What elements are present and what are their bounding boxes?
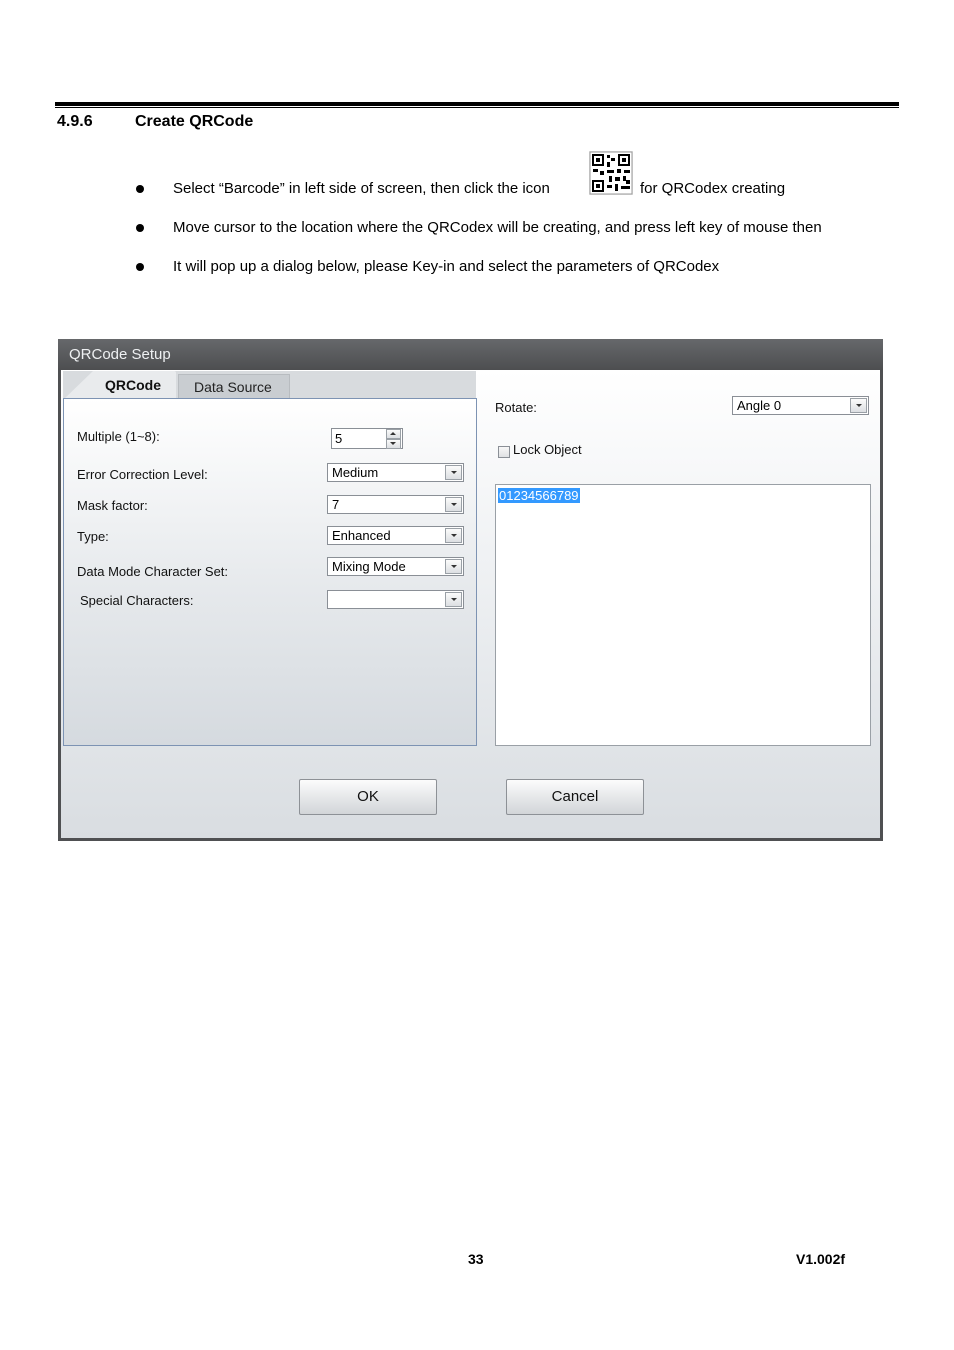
dialog-title: QRCode Setup [69,346,171,363]
qrcode-content-panel: Rotate: Angle 0 Lock Object 01234566789 [477,370,880,748]
multiple-stepper[interactable]: 5 [331,428,403,449]
header-rule-thick [55,102,899,106]
mask-factor-value: 7 [332,497,340,512]
cancel-button[interactable]: Cancel [506,779,644,815]
rotate-value: Angle 0 [737,398,782,413]
bullet-marker [134,183,144,193]
chevron-down-icon[interactable] [445,559,462,574]
qrcode-setup-dialog: QRCode Setup QRCode Data Source Multiple… [58,339,883,841]
qrcode-content-value: 01234566789 [498,488,580,503]
bullet-marker [134,261,144,271]
ok-button[interactable]: OK [299,779,437,815]
lock-object-checkbox[interactable] [498,446,510,458]
dialog-titlebar[interactable]: QRCode Setup [58,339,883,370]
section-number: 4.9.6 [57,113,93,130]
section-title: Create QRCode [135,113,254,130]
section-heading: 4.9.6 Create QRCode [57,113,253,131]
chevron-down-icon[interactable] [445,497,462,512]
chevron-down-icon[interactable] [445,465,462,480]
mask-factor-select[interactable]: 7 [327,495,464,514]
stepper-down-icon[interactable] [386,439,401,449]
bullet-marker [134,222,144,232]
type-label: Type: [77,529,109,544]
header-rule-thin [55,107,899,108]
cancel-button-label: Cancel [551,788,599,805]
rotate-label: Rotate: [495,400,537,415]
chevron-down-icon[interactable] [850,398,867,413]
dialog-body: QRCode Data Source Multiple (1~8): 5 Err… [61,370,880,838]
qrcode-content-textarea[interactable]: 01234566789 [495,484,871,746]
stepper-up-icon[interactable] [386,429,401,439]
multiple-value: 5 [335,431,343,446]
special-characters-label: Special Characters: [80,593,194,608]
mask-factor-label: Mask factor: [77,498,148,513]
bullet-text-2: Move cursor to the location where the QR… [173,219,822,236]
type-select[interactable]: Enhanced [327,526,464,545]
multiple-label: Multiple (1~8): [77,429,160,444]
error-correction-select[interactable]: Medium [327,463,464,482]
document-version: V1.002f [796,1251,846,1267]
tab-qrcode[interactable]: QRCode [63,371,176,400]
qrcode-icon [589,151,633,195]
chevron-down-icon[interactable] [445,592,462,607]
data-mode-select[interactable]: Mixing Mode [327,557,464,576]
tab-data-source[interactable]: Data Source [178,374,290,398]
rotate-select[interactable]: Angle 0 [732,396,869,415]
bullet-text-1a: Select “Barcode” in left side of screen,… [173,180,550,197]
tab-qrcode-label: QRCode [105,377,161,393]
tab-strip: QRCode Data Source [63,371,476,400]
error-correction-label: Error Correction Level: [77,467,208,482]
error-correction-value: Medium [332,465,379,480]
chevron-down-icon[interactable] [445,528,462,543]
data-mode-label: Data Mode Character Set: [77,564,229,579]
lock-object-label: Lock Object [513,442,582,457]
ok-button-label: OK [357,788,379,805]
tab-data-source-label: Data Source [194,379,272,395]
bullet-text-1b: for QRCodex creating [640,180,786,197]
special-characters-select[interactable] [327,590,464,609]
type-value: Enhanced [332,528,391,543]
data-mode-value: Mixing Mode [332,559,406,574]
qrcode-settings-panel: Multiple (1~8): 5 Error Correction Level… [63,398,477,746]
bullet-text-3: It will pop up a dialog below, please Ke… [173,258,720,275]
page-number: 33 [468,1251,484,1267]
